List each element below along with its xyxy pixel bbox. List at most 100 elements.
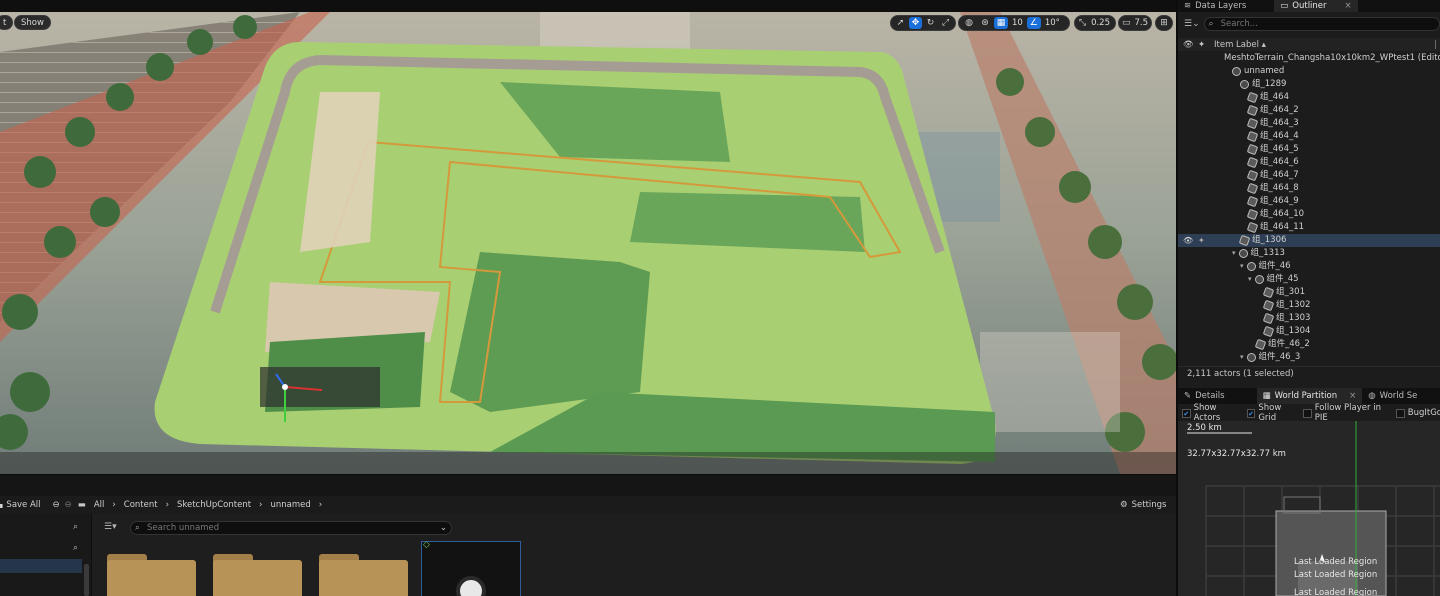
- show-grid-checkbox[interactable]: ✔ Show Grid: [1246, 403, 1299, 423]
- tab-outliner[interactable]: ▭ Outliner ×: [1274, 0, 1358, 12]
- region-label: Last Loaded Region: [1294, 588, 1378, 596]
- outliner-item-name: 组件_46_2: [1268, 339, 1310, 349]
- history-forward-icon[interactable]: ⊖: [65, 500, 72, 510]
- outliner-row[interactable]: 组_464_11: [1178, 221, 1440, 234]
- rotate-icon[interactable]: ↻: [924, 17, 937, 29]
- snap-tools: ◍ ⊛ ▦ 10 ∠ 10°: [958, 15, 1070, 31]
- breadcrumb-content[interactable]: Content: [124, 500, 158, 510]
- outliner-row[interactable]: 组件_46_2: [1178, 338, 1440, 351]
- tab-world-partition[interactable]: ▦ World Partition ×: [1256, 388, 1363, 404]
- scrollbar[interactable]: [84, 564, 89, 596]
- folder-item[interactable]: [213, 554, 302, 596]
- close-icon[interactable]: ×: [1349, 391, 1356, 402]
- chevron-right-icon: ›: [259, 500, 263, 510]
- history-back-icon[interactable]: ⊖: [53, 500, 60, 510]
- column-divider[interactable]: |: [1434, 40, 1437, 50]
- viewport-layout-icon: ⊞: [1160, 18, 1168, 28]
- breadcrumb-all[interactable]: All: [94, 500, 105, 510]
- pin-column-icon[interactable]: ✦: [1198, 40, 1205, 50]
- outliner-row[interactable]: 组_464_8: [1178, 182, 1440, 195]
- bugitgo-checkbox[interactable]: BugItGo: [1395, 408, 1440, 418]
- breadcrumb-unnamed[interactable]: unnamed: [270, 500, 310, 510]
- pin-icon[interactable]: ✦: [1198, 234, 1205, 247]
- tab-details[interactable]: ✎ Details: [1178, 388, 1231, 404]
- outliner-item-name: 组_1306: [1252, 235, 1287, 245]
- rotation-snap-icon[interactable]: ∠: [1026, 17, 1041, 29]
- outliner-row-label: unnamed: [1232, 65, 1284, 78]
- outliner-item-name: 组件_45: [1266, 274, 1299, 284]
- search-icon[interactable]: ⌕: [73, 543, 78, 553]
- outliner-row[interactable]: ▾ 组_1313: [1178, 247, 1440, 260]
- outliner-row[interactable]: ▾ 组件_46: [1178, 260, 1440, 273]
- scale-icon[interactable]: ⤢: [939, 17, 952, 29]
- outliner-row[interactable]: 组_464_9: [1178, 195, 1440, 208]
- tab-world-settings[interactable]: ◍ World Se: [1362, 388, 1423, 404]
- static-mesh-icon: [456, 576, 486, 596]
- outliner-row[interactable]: ▾ 组件_46_3: [1178, 351, 1440, 364]
- filter-icon[interactable]: ☰⌄: [1184, 19, 1200, 29]
- outliner-row[interactable]: 组_1302: [1178, 299, 1440, 312]
- settings-button[interactable]: ⚙ Settings: [1120, 500, 1167, 510]
- outliner-row[interactable]: 组_464_2: [1178, 104, 1440, 117]
- outliner-row[interactable]: 组_464_4: [1178, 130, 1440, 143]
- scale-snap[interactable]: ⤡ 0.25: [1074, 15, 1116, 31]
- outliner-row-label: ▾ 组_1313: [1232, 247, 1285, 260]
- outliner-row-label: 组_464_8: [1246, 182, 1299, 195]
- outliner-row[interactable]: 组_464_3: [1178, 117, 1440, 130]
- layout-button[interactable]: ⊞: [1155, 15, 1173, 31]
- tab-world-partition-label: World Partition: [1274, 390, 1338, 401]
- outliner-row[interactable]: 组_464_7: [1178, 169, 1440, 182]
- expand-arrow-icon[interactable]: ▾: [1232, 247, 1236, 260]
- rotation-snap-value[interactable]: 10°: [1043, 18, 1062, 28]
- outliner-row[interactable]: 组_464_10: [1178, 208, 1440, 221]
- outliner-row[interactable]: 组_1303: [1178, 312, 1440, 325]
- asset-search-input[interactable]: ⌕ Search unnamed ⌄: [130, 521, 452, 535]
- visibility-eye-icon[interactable]: 👁: [1183, 234, 1193, 247]
- world-local-icon[interactable]: ◍: [962, 17, 976, 29]
- show-actors-checkbox[interactable]: ✔ Show Actors: [1182, 403, 1243, 423]
- outliner-row[interactable]: 组_464: [1178, 91, 1440, 104]
- outliner-row[interactable]: 组_1304: [1178, 325, 1440, 338]
- tab-data-layers[interactable]: ≋ Data Layers: [1178, 0, 1252, 12]
- outliner-row[interactable]: ▾ 组件_45: [1178, 273, 1440, 286]
- expand-arrow-icon[interactable]: ▾: [1240, 351, 1244, 364]
- close-icon[interactable]: ×: [1345, 1, 1352, 12]
- asset-search-placeholder: Search unnamed: [147, 523, 220, 533]
- search-icon[interactable]: ⌕: [73, 522, 78, 532]
- content-browser-header: [0, 474, 1176, 496]
- camera-speed[interactable]: ▭ 7.5: [1118, 15, 1152, 31]
- outliner-row[interactable]: 组_464_6: [1178, 156, 1440, 169]
- follow-player-checkbox[interactable]: Follow Player in PIE: [1303, 403, 1392, 423]
- level-viewport[interactable]: t Show ➚ ✥ ↻ ⤢ ◍ ⊛ ▦ 10 ∠ 10° ⤡ 0.25 ▭ 7…: [0, 12, 1176, 474]
- item-label-column[interactable]: Item Label ▴: [1214, 40, 1266, 50]
- source-selected-row[interactable]: [0, 559, 82, 573]
- outliner-row[interactable]: 组_464_5: [1178, 143, 1440, 156]
- outliner-row-label: 组_464_9: [1246, 195, 1299, 208]
- show-button[interactable]: Show: [14, 15, 51, 30]
- outliner-row[interactable]: unnamed: [1178, 65, 1440, 78]
- grid-snap-icon[interactable]: ▦: [994, 17, 1008, 29]
- breadcrumb-sketchup[interactable]: SketchUpContent: [177, 500, 251, 510]
- outliner-row[interactable]: 组_1289: [1178, 78, 1440, 91]
- filter-icon[interactable]: ☰▾: [104, 522, 117, 532]
- expand-arrow-icon[interactable]: ▾: [1248, 273, 1252, 286]
- outliner-row[interactable]: 组_301: [1178, 286, 1440, 299]
- select-icon[interactable]: ➚: [894, 17, 907, 29]
- world-partition-minimap[interactable]: 2.50 km 32.77x32.77x32.77 km Last Loaded…: [1178, 421, 1440, 596]
- outliner-search-input[interactable]: ⌕ Search...: [1203, 17, 1440, 31]
- folder-item[interactable]: [107, 554, 196, 596]
- visibility-column-icon[interactable]: 👁: [1183, 40, 1194, 50]
- save-all-button[interactable]: ▪ Save All: [0, 500, 41, 510]
- asset-tile-selected[interactable]: ◇: [421, 540, 521, 596]
- scale-snap-icon: ⤡: [1078, 18, 1087, 28]
- outliner-row[interactable]: 👁 ✦ 组_1306: [1178, 234, 1440, 247]
- grid-snap-value[interactable]: 10: [1010, 18, 1025, 28]
- expand-arrow-icon[interactable]: ▾: [1240, 260, 1244, 273]
- surface-snap-icon[interactable]: ⊛: [978, 17, 992, 29]
- translate-icon[interactable]: ✥: [909, 17, 922, 29]
- outliner-row[interactable]: MeshtoTerrain_Changsha10x10km2_WPtest1 (…: [1178, 52, 1440, 65]
- outliner-item-name: 组_464_4: [1260, 131, 1299, 141]
- scene-render[interactable]: [0, 12, 1176, 474]
- chevron-down-icon[interactable]: ⌄: [440, 522, 447, 534]
- folder-item[interactable]: [319, 554, 408, 596]
